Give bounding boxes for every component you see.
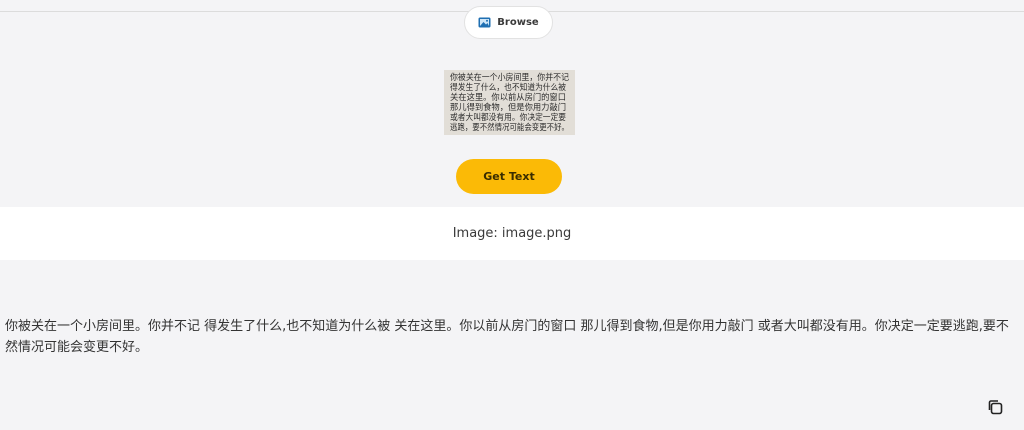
image-icon [478, 17, 491, 28]
preview-line: 或者大叫都没有用。你决定一定要 [450, 112, 566, 122]
browse-label: Browse [497, 17, 539, 28]
extracted-text: 你被关在一个小房间里。你并不记 得发生了什么,也不知道为什么被 关在这里。你以前… [5, 319, 1009, 355]
copy-button[interactable] [984, 398, 1006, 420]
get-text-button[interactable]: Get Text [456, 159, 562, 194]
preview-line: 关在这里。你以前从房门的窗口 [450, 92, 566, 102]
preview-line: 逃跑，要不然情况可能会变更不好。 [450, 122, 569, 132]
get-text-label: Get Text [483, 170, 535, 183]
preview-line: 那儿得到食物，但是你用力敲门 [450, 102, 566, 112]
browse-button[interactable]: Browse [464, 6, 553, 39]
preview-line: 得发生了什么，也不知道为什么被 [450, 82, 567, 92]
file-name-label: Image: image.png [452, 226, 572, 241]
preview-line: 你被关在一个小房间里，你并不记 [450, 72, 570, 82]
copy-icon [986, 398, 1004, 420]
uploaded-image-preview: 你被关在一个小房间里，你并不记 得发生了什么，也不知道为什么被 关在这里。你以前… [444, 70, 575, 135]
file-name-bar: Image: image.png [0, 207, 1024, 260]
